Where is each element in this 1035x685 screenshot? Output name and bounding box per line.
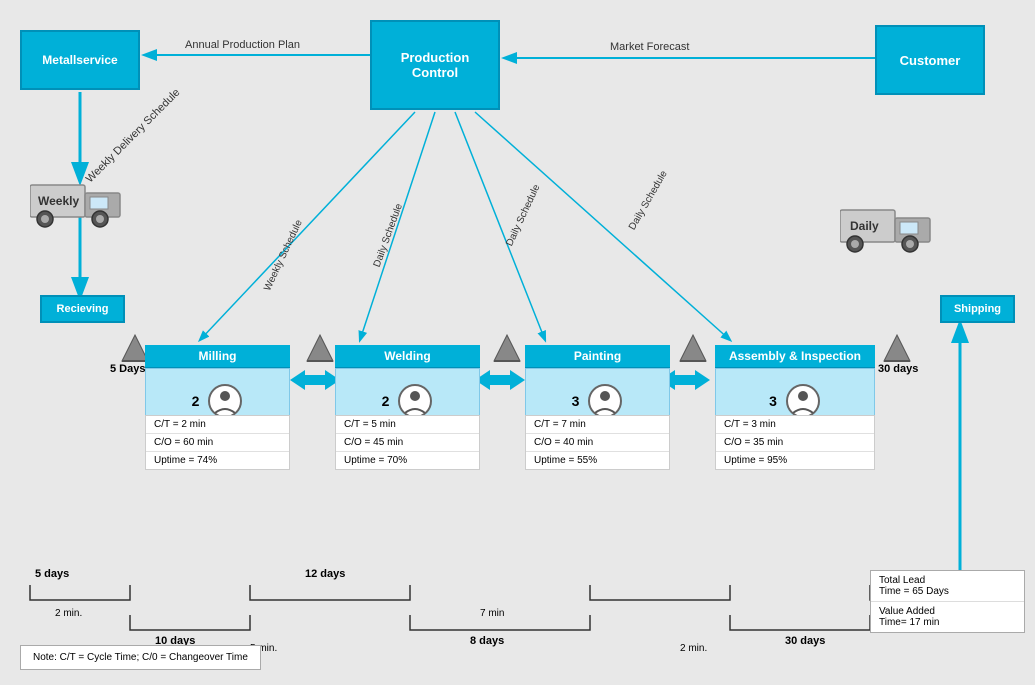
weekly-truck: Weekly [30, 175, 140, 233]
assembly-operator-icon [785, 383, 821, 419]
metallservice-label: Metallservice [42, 53, 117, 67]
timeline-time-0: 2 min. [55, 608, 82, 619]
welding-header: Welding [335, 345, 480, 368]
inventory-triangle-3 [678, 333, 708, 366]
assembly-header: Assembly & Inspection [715, 345, 875, 368]
welding-co: C/O = 45 min [336, 434, 479, 452]
assembly-operator-num: 3 [769, 393, 777, 409]
production-control-box: Production Control [370, 20, 500, 110]
milling-co: C/O = 60 min [146, 434, 289, 452]
milling-operator-icon [207, 383, 243, 419]
painting-uptime: Uptime = 55% [526, 452, 669, 469]
shipping-box: Shipping [940, 295, 1015, 323]
timeline-time-2: 7 min [480, 608, 504, 619]
legend-box: Total LeadTime = 65 Days Value AddedTime… [870, 570, 1025, 633]
painting-operator-icon [587, 383, 623, 419]
assembly-ct: C/T = 3 min [716, 416, 874, 434]
daily-schedule-label-3: Daily Schedule [627, 169, 670, 232]
daily-schedule-label-1: Daily Schedule [372, 202, 405, 268]
timeline-days-3: 8 days [470, 635, 504, 647]
svg-text:Market Forecast: Market Forecast [610, 41, 689, 53]
30days-label: 30 days [878, 363, 918, 375]
customer-label: Customer [900, 53, 961, 68]
svg-text:Annual Production Plan: Annual Production Plan [185, 39, 300, 51]
painting-operator-num: 3 [572, 393, 580, 409]
svg-text:Daily: Daily [850, 219, 879, 233]
assembly-uptime: Uptime = 95% [716, 452, 874, 469]
painting-co: C/O = 40 min [526, 434, 669, 452]
milling-ct: C/T = 2 min [146, 416, 289, 434]
timeline-days-2: 12 days [305, 568, 345, 580]
painting-info: C/T = 7 min C/O = 40 min Uptime = 55% [525, 415, 670, 470]
milling-header: Milling [145, 345, 290, 368]
note-box: Note: C/T = Cycle Time; C/0 = Changeover… [20, 645, 261, 670]
production-control-label: Production Control [401, 50, 470, 80]
daily-schedule-label-2: Daily Schedule [504, 183, 542, 248]
assembly-info: C/T = 3 min C/O = 35 min Uptime = 95% [715, 415, 875, 470]
metallservice-box: Metallservice [20, 30, 140, 90]
painting-header: Painting [525, 345, 670, 368]
legend-value-added: Value AddedTime= 17 min [871, 602, 1024, 632]
truck-icon: Weekly [30, 175, 140, 230]
inventory-triangle-shipping [882, 333, 912, 366]
welding-uptime: Uptime = 70% [336, 452, 479, 469]
shipping-label: Shipping [954, 303, 1001, 315]
weekly-delivery-label: Weekly Delivery Schedule [84, 87, 183, 186]
milling-operator-num: 2 [192, 393, 200, 409]
customer-box: Customer [875, 25, 985, 95]
recieving-box: Recieving [40, 295, 125, 323]
timeline-days-4: 30 days [785, 635, 825, 647]
truck-icon-daily: Daily [840, 200, 950, 255]
weekly-schedule-label: Weekly Schedule [262, 218, 305, 293]
note-text: Note: C/T = Cycle Time; C/0 = Changeover… [33, 652, 248, 663]
inventory-triangle-2 [492, 333, 522, 366]
welding-operator-num: 2 [382, 393, 390, 409]
daily-truck: Daily [840, 200, 950, 258]
svg-text:Weekly: Weekly [38, 194, 79, 208]
welding-info: C/T = 5 min C/O = 45 min Uptime = 70% [335, 415, 480, 470]
milling-info: C/T = 2 min C/O = 60 min Uptime = 74% [145, 415, 290, 470]
recieving-label: Recieving [57, 303, 109, 315]
5days-label: 5 Days [110, 363, 145, 375]
legend-total-lead: Total LeadTime = 65 Days [871, 571, 1024, 602]
welding-ct: C/T = 5 min [336, 416, 479, 434]
timeline-time-3: 2 min. [680, 643, 707, 654]
timeline-days-0: 5 days [35, 568, 69, 580]
welding-operator-icon [397, 383, 433, 419]
painting-ct: C/T = 7 min [526, 416, 669, 434]
milling-uptime: Uptime = 74% [146, 452, 289, 469]
assembly-co: C/O = 35 min [716, 434, 874, 452]
inventory-triangle-1 [305, 333, 335, 366]
diagram-container: Annual Production Plan Market Forecast [0, 0, 1035, 685]
